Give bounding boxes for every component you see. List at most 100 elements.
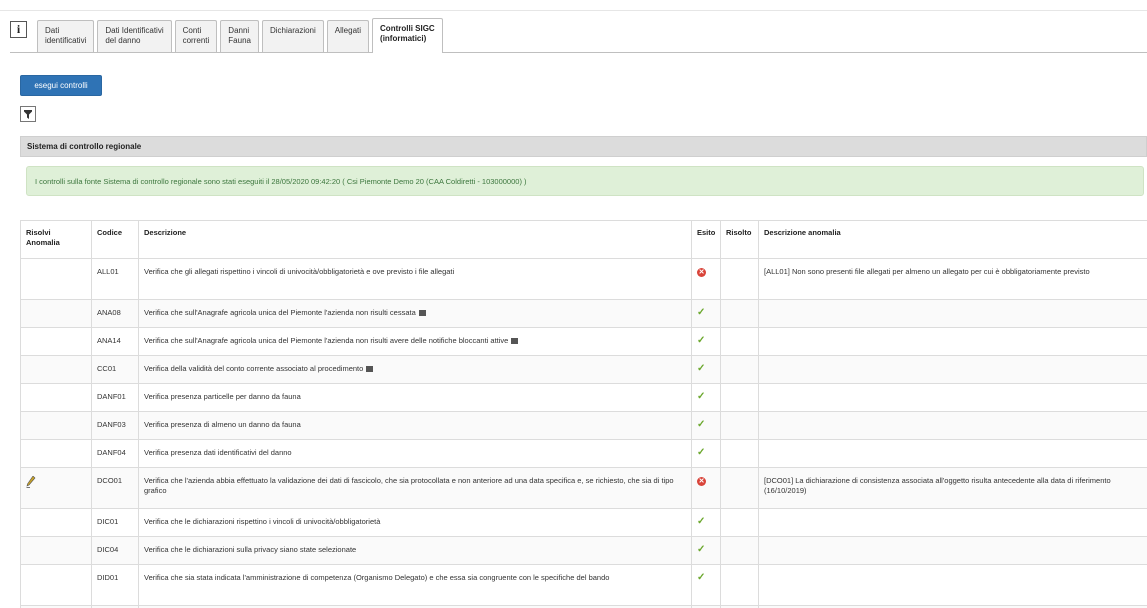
anomalia-cell xyxy=(758,411,1147,440)
anomalia-cell xyxy=(758,327,1147,356)
success-alert: I controlli sulla fonte Sistema di contr… xyxy=(26,166,1144,196)
check-icon: ✓ xyxy=(697,307,706,318)
esegui-controlli-button[interactable]: esegui controlli xyxy=(20,75,102,96)
risolto-cell xyxy=(720,299,759,328)
descrizione-cell: Verifica che sia stata indicata l'ammini… xyxy=(138,564,692,606)
pencil-icon[interactable] xyxy=(26,476,86,488)
table-row: DANF01 Verifica presenza particelle per d… xyxy=(20,383,1147,412)
codice-cell: DCO01 xyxy=(91,467,139,509)
risolto-cell xyxy=(720,411,759,440)
descrizione-cell: Verifica che le dichiarazioni sulla priv… xyxy=(138,536,692,565)
anomalia-cell xyxy=(758,439,1147,468)
descrizione-text: Verifica della validità del conto corren… xyxy=(144,364,364,373)
anomalia-cell: [ALL01] Non sono presenti file allegati … xyxy=(758,258,1147,300)
anomalia-cell xyxy=(758,564,1147,606)
codice-cell: DANF03 xyxy=(91,411,139,440)
risolto-cell xyxy=(720,383,759,412)
descrizione-text: Verifica che sull'Anagrafe agricola unic… xyxy=(144,336,509,345)
descrizione-text: Verifica che sia stata indicata l'ammini… xyxy=(144,573,610,582)
risolvi-cell xyxy=(20,536,92,565)
col-risolvi-anomalia: Risolvi Anomalia xyxy=(20,220,92,259)
info-marker-icon[interactable] xyxy=(418,310,426,317)
esito-cell: ✓ xyxy=(691,564,721,606)
descrizione-cell: Verifica della validità del conto corren… xyxy=(138,355,692,384)
risolvi-cell xyxy=(20,355,92,384)
table-row: ANA14 Verifica che sull'Anagrafe agricola… xyxy=(20,327,1147,356)
info-marker-icon[interactable] xyxy=(366,366,374,373)
anomalia-cell xyxy=(758,508,1147,537)
descrizione-text: Verifica presenza dati identificativi de… xyxy=(144,448,292,457)
table-header-row: Risolvi Anomalia Codice Descrizione Esit… xyxy=(20,220,1147,259)
col-descrizione: Descrizione xyxy=(138,220,692,259)
esito-cell: ✕ xyxy=(691,258,721,300)
anomalia-cell xyxy=(758,299,1147,328)
risolto-cell xyxy=(720,258,759,300)
risolvi-cell xyxy=(20,258,92,300)
tab-allegati[interactable]: Allegati xyxy=(326,20,370,53)
controls-table: Risolvi Anomalia Codice Descrizione Esit… xyxy=(20,220,1147,608)
tab-controlli-sigc[interactable]: Controlli SIGC (informatici) xyxy=(372,18,443,53)
esito-cell: ✓ xyxy=(691,327,721,356)
codice-cell: DIC01 xyxy=(91,508,139,537)
descrizione-cell: Verifica che l'azienda abbia effettuato … xyxy=(138,467,692,509)
tab-dati-identificativi[interactable]: Dati identificativi xyxy=(37,20,95,53)
tab-conti-correnti[interactable]: Conti correnti xyxy=(174,20,218,53)
table-row: DANF03 Verifica presenza di almeno un dan… xyxy=(20,411,1147,440)
descrizione-text: Verifica che l'azienda abbia effettuato … xyxy=(144,476,674,495)
esito-cell: ✕ xyxy=(691,467,721,509)
table-row: ALL01 Verifica che gli allegati rispettin… xyxy=(20,258,1147,300)
descrizione-cell: Verifica che sull'Anagrafe agricola unic… xyxy=(138,327,692,356)
codice-cell: ANA14 xyxy=(91,327,139,356)
tab-bar: i Dati identificativi Dati Identificativ… xyxy=(10,17,446,53)
descrizione-text: Verifica che gli allegati rispettino i v… xyxy=(144,267,455,276)
esito-cell: ✓ xyxy=(691,508,721,537)
filter-icon xyxy=(24,109,32,119)
descrizione-cell: Verifica che gli allegati rispettino i v… xyxy=(138,258,692,300)
tab-dichiarazioni[interactable]: Dichiarazioni xyxy=(261,20,324,53)
table-row: DID01 Verifica che sia stata indicata l'a… xyxy=(20,564,1147,606)
error-icon: ✕ xyxy=(697,477,706,486)
col-esito: Esito xyxy=(691,220,721,259)
tab-dati-identificativi-danno[interactable]: Dati Identificativi del danno xyxy=(97,20,172,53)
codice-cell: ALL01 xyxy=(91,258,139,300)
risolvi-cell xyxy=(20,327,92,356)
descrizione-cell: Verifica presenza di almeno un danno da … xyxy=(138,411,692,440)
descrizione-cell: Verifica presenza particelle per danno d… xyxy=(138,383,692,412)
codice-cell: DID01 xyxy=(91,564,139,606)
tab-danni-fauna[interactable]: Danni Fauna xyxy=(220,20,259,53)
col-codice: Codice xyxy=(91,220,139,259)
info-marker-icon[interactable] xyxy=(511,338,519,345)
panel-title: Sistema di controllo regionale xyxy=(20,136,1147,157)
codice-cell: DIC04 xyxy=(91,536,139,565)
filter-button[interactable] xyxy=(20,106,36,122)
codice-cell: ANA08 xyxy=(91,299,139,328)
risolto-cell xyxy=(720,564,759,606)
check-icon: ✓ xyxy=(697,447,706,458)
check-icon: ✓ xyxy=(697,419,706,430)
anomalia-cell: [DCO01] La dichiarazione di consistenza … xyxy=(758,467,1147,509)
tab-underline xyxy=(10,52,1147,53)
risolvi-cell[interactable] xyxy=(20,467,92,509)
descrizione-cell: Verifica presenza dati identificativi de… xyxy=(138,439,692,468)
table-row: DIC04 Verifica che le dichiarazioni sulla… xyxy=(20,536,1147,565)
descrizione-text: Verifica presenza particelle per danno d… xyxy=(144,392,301,401)
top-divider xyxy=(0,10,1147,11)
descrizione-text: Verifica che sull'Anagrafe agricola unic… xyxy=(144,308,416,317)
risolto-cell xyxy=(720,467,759,509)
esito-cell: ✓ xyxy=(691,439,721,468)
risolvi-cell xyxy=(20,299,92,328)
risolvi-cell xyxy=(20,383,92,412)
info-icon[interactable]: i xyxy=(10,21,27,38)
descrizione-text: Verifica che le dichiarazioni rispettino… xyxy=(144,517,381,526)
codice-cell: DANF04 xyxy=(91,439,139,468)
table-row: DCO01 Verifica che l'azienda abbia effett… xyxy=(20,467,1147,509)
error-icon: ✕ xyxy=(697,268,706,277)
codice-cell: CC01 xyxy=(91,355,139,384)
descrizione-text: Verifica presenza di almeno un danno da … xyxy=(144,420,301,429)
descrizione-text: Verifica che le dichiarazioni sulla priv… xyxy=(144,545,357,554)
anomalia-cell xyxy=(758,536,1147,565)
check-icon: ✓ xyxy=(697,544,706,555)
risolto-cell xyxy=(720,508,759,537)
risolvi-cell xyxy=(20,508,92,537)
risolto-cell xyxy=(720,536,759,565)
